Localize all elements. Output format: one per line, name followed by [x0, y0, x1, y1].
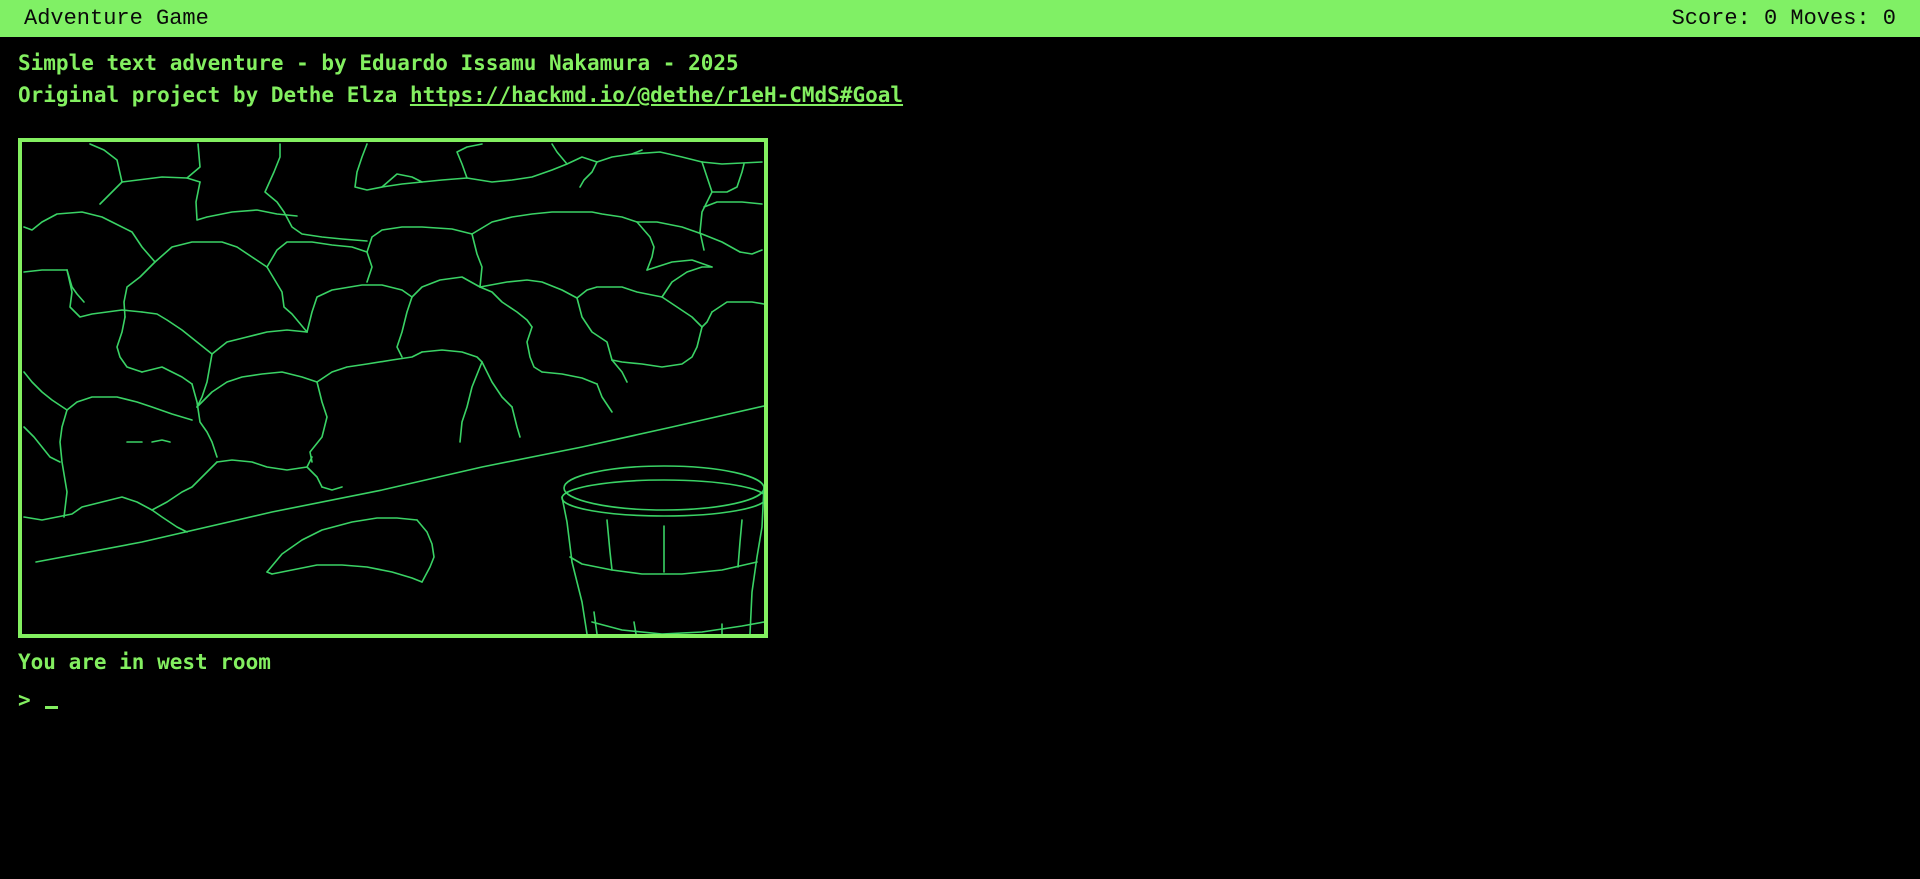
stone-wall-and-bucket-illustration	[23, 143, 764, 634]
score-moves-status: Score: 0 Moves: 0	[1671, 6, 1896, 31]
intro-text: Simple text adventure - by Eduardo Issam…	[18, 47, 903, 111]
scene-image	[18, 138, 768, 638]
app-title: Adventure Game	[24, 6, 209, 31]
credits-line: Simple text adventure - by Eduardo Issam…	[18, 51, 739, 75]
original-project-link[interactable]: https://hackmd.io/@dethe/r1eH-CMdS#Goal	[410, 83, 903, 107]
original-project-label: Original project by Dethe Elza	[18, 83, 410, 107]
prompt-symbol: >	[18, 688, 31, 712]
original-project-line: Original project by Dethe Elza https://h…	[18, 79, 903, 111]
room-description: You are in west room	[18, 650, 271, 674]
title-bar: Adventure Game Score: 0 Moves: 0	[0, 0, 1920, 37]
command-input[interactable]	[44, 686, 644, 714]
scene-line-art	[23, 143, 764, 634]
